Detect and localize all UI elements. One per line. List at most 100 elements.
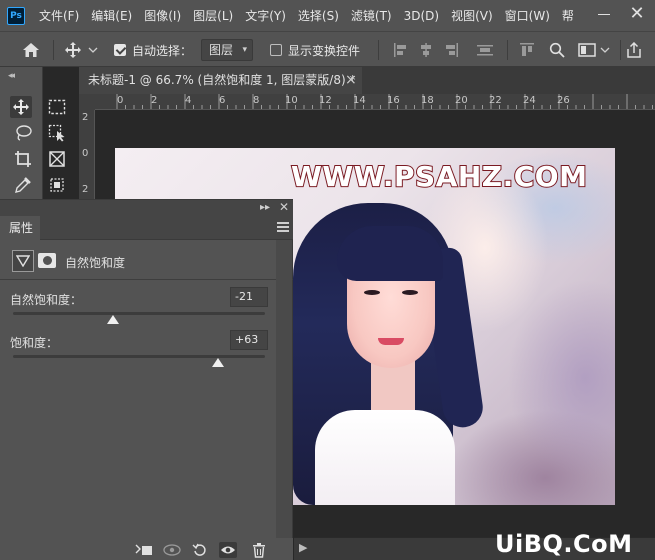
delete-button[interactable] xyxy=(250,542,268,558)
minimize-button[interactable] xyxy=(595,6,613,24)
align-center-button[interactable] xyxy=(418,32,434,68)
menu-type[interactable]: 文字(Y) xyxy=(245,7,286,24)
collapse-panel-icon[interactable]: ▸▸ xyxy=(260,202,270,213)
vibrance-slider-thumb[interactable] xyxy=(106,315,119,324)
panel-tab-row: 属性 xyxy=(0,216,293,240)
distribute-button[interactable] xyxy=(476,32,494,68)
vibrance-value-input[interactable]: -21 xyxy=(230,287,268,307)
site-watermark: UiBQ.CoM xyxy=(495,530,633,558)
move-tool-preset-button[interactable] xyxy=(64,32,98,68)
photoshop-logo[interactable]: Ps xyxy=(7,6,25,25)
search-icon xyxy=(549,42,565,58)
crop-icon xyxy=(15,151,31,167)
chevron-down-icon xyxy=(88,47,98,53)
menu-layer[interactable]: 图层(L) xyxy=(193,7,233,24)
ruler-label: 10 xyxy=(285,95,298,106)
menu-image[interactable]: 图像(I) xyxy=(144,7,181,24)
close-panel-icon[interactable]: ✕ xyxy=(279,200,289,214)
ruler-label: 14 xyxy=(353,95,366,106)
saturation-slider-track[interactable] xyxy=(13,355,265,358)
move-icon xyxy=(13,99,29,115)
chevron-down-icon: ▾ xyxy=(242,45,247,55)
panel-footer xyxy=(0,538,293,560)
move-tool[interactable] xyxy=(10,96,32,118)
show-transform-check[interactable] xyxy=(270,44,282,56)
menu-file[interactable]: 文件(F) xyxy=(39,7,79,24)
auto-select-target-dropdown[interactable]: 图层 ▾ xyxy=(201,39,253,61)
eye-icon xyxy=(221,546,235,554)
reset-button[interactable] xyxy=(191,542,209,558)
menu-window[interactable]: 窗口(W) xyxy=(505,7,550,24)
ruler-label: 4 xyxy=(185,95,192,106)
clip-to-layer-icon xyxy=(135,544,152,555)
view-previous-state-button[interactable] xyxy=(163,542,181,558)
document-tab-title: 未标题-1 @ 66.7% (自然饱和度 1, 图层蒙版/8) * xyxy=(88,73,356,87)
workspace-button[interactable] xyxy=(578,32,610,68)
ruler-label: 26 xyxy=(557,95,570,106)
align-right-button[interactable] xyxy=(443,32,459,68)
close-tab-button[interactable]: × xyxy=(345,67,357,94)
ruler-label: 12 xyxy=(319,95,332,106)
tab-properties[interactable]: 属性 xyxy=(0,216,40,240)
ruler-label: 2 xyxy=(82,112,89,123)
menu-3d[interactable]: 3D(D) xyxy=(404,9,439,23)
ruler-label: 22 xyxy=(489,95,502,106)
ruler-corner xyxy=(79,94,95,110)
menu-select[interactable]: 选择(S) xyxy=(298,7,339,24)
eyedropper-tool[interactable] xyxy=(12,174,34,196)
healing-tool[interactable] xyxy=(46,174,68,196)
separator xyxy=(378,40,379,60)
menu-view[interactable]: 视图(V) xyxy=(451,7,493,24)
share-icon xyxy=(627,42,641,58)
align-left-button[interactable] xyxy=(393,32,409,68)
saturation-slider-thumb[interactable] xyxy=(212,358,225,367)
frame-icon xyxy=(49,151,65,167)
vibrance-slider-track[interactable] xyxy=(13,312,265,315)
scroll-right-icon[interactable]: ▶ xyxy=(299,541,307,554)
document-tab[interactable]: 未标题-1 @ 66.7% (自然饱和度 1, 图层蒙版/8) * × xyxy=(79,67,362,94)
show-transform-label: 显示变换控件 xyxy=(288,43,361,58)
align-top-icon xyxy=(520,43,534,56)
ruler-label: 2 xyxy=(151,95,158,106)
saturation-value-input[interactable]: +63 xyxy=(230,330,268,350)
vibrance-label: 自然饱和度： xyxy=(10,293,83,307)
menu-bar: Ps 文件(F) 编辑(E) 图像(I) 图层(L) 文字(Y) 选择(S) 滤… xyxy=(0,0,655,31)
menu-filter[interactable]: 滤镜(T) xyxy=(351,7,392,24)
vibrance-adjustment-icon[interactable] xyxy=(12,250,34,272)
portrait-eye-left xyxy=(364,290,380,295)
separator xyxy=(620,40,621,60)
show-transform-checkbox[interactable] xyxy=(270,32,282,68)
ruler-label: 20 xyxy=(455,95,468,106)
auto-select-checkbox[interactable] xyxy=(114,32,126,68)
align-top-button[interactable] xyxy=(519,32,535,68)
panel-scrollbar[interactable] xyxy=(276,240,292,538)
close-window-button[interactable]: ✕ xyxy=(627,4,647,24)
collapse-toolbar-icon[interactable]: ◂◂ xyxy=(8,71,15,81)
ruler-label: 2 xyxy=(82,184,89,195)
marquee-tool[interactable] xyxy=(46,96,68,118)
clip-to-layer-button[interactable] xyxy=(135,542,153,558)
auto-select-check[interactable] xyxy=(114,44,126,56)
menu-edit[interactable]: 编辑(E) xyxy=(91,7,132,24)
frame-tool[interactable] xyxy=(46,148,68,170)
ruler-label: 18 xyxy=(421,95,434,106)
lasso-tool[interactable] xyxy=(12,122,34,144)
crop-tool[interactable] xyxy=(12,148,34,170)
move-icon xyxy=(65,42,81,58)
layer-mask-icon[interactable] xyxy=(38,253,56,268)
share-button[interactable] xyxy=(626,32,642,68)
object-selection-tool[interactable] xyxy=(46,122,68,144)
healing-brush-icon xyxy=(50,178,64,192)
divider xyxy=(0,279,293,280)
search-button[interactable] xyxy=(549,32,565,68)
toggle-visibility-button[interactable] xyxy=(219,542,237,558)
adjustment-title: 自然饱和度 xyxy=(65,256,126,270)
horizontal-ruler[interactable]: 0 2 4 6 8 10 12 14 16 18 20 22 24 26 xyxy=(95,94,655,110)
home-button[interactable] xyxy=(22,32,40,68)
ruler-ticks xyxy=(116,94,653,109)
menu-help[interactable]: 帮 xyxy=(562,7,574,24)
vertical-ruler[interactable]: 2 0 2 xyxy=(79,110,95,210)
panel-menu-icon[interactable] xyxy=(277,220,289,234)
align-right-icon xyxy=(446,43,458,57)
ruler-label: 24 xyxy=(523,95,536,106)
